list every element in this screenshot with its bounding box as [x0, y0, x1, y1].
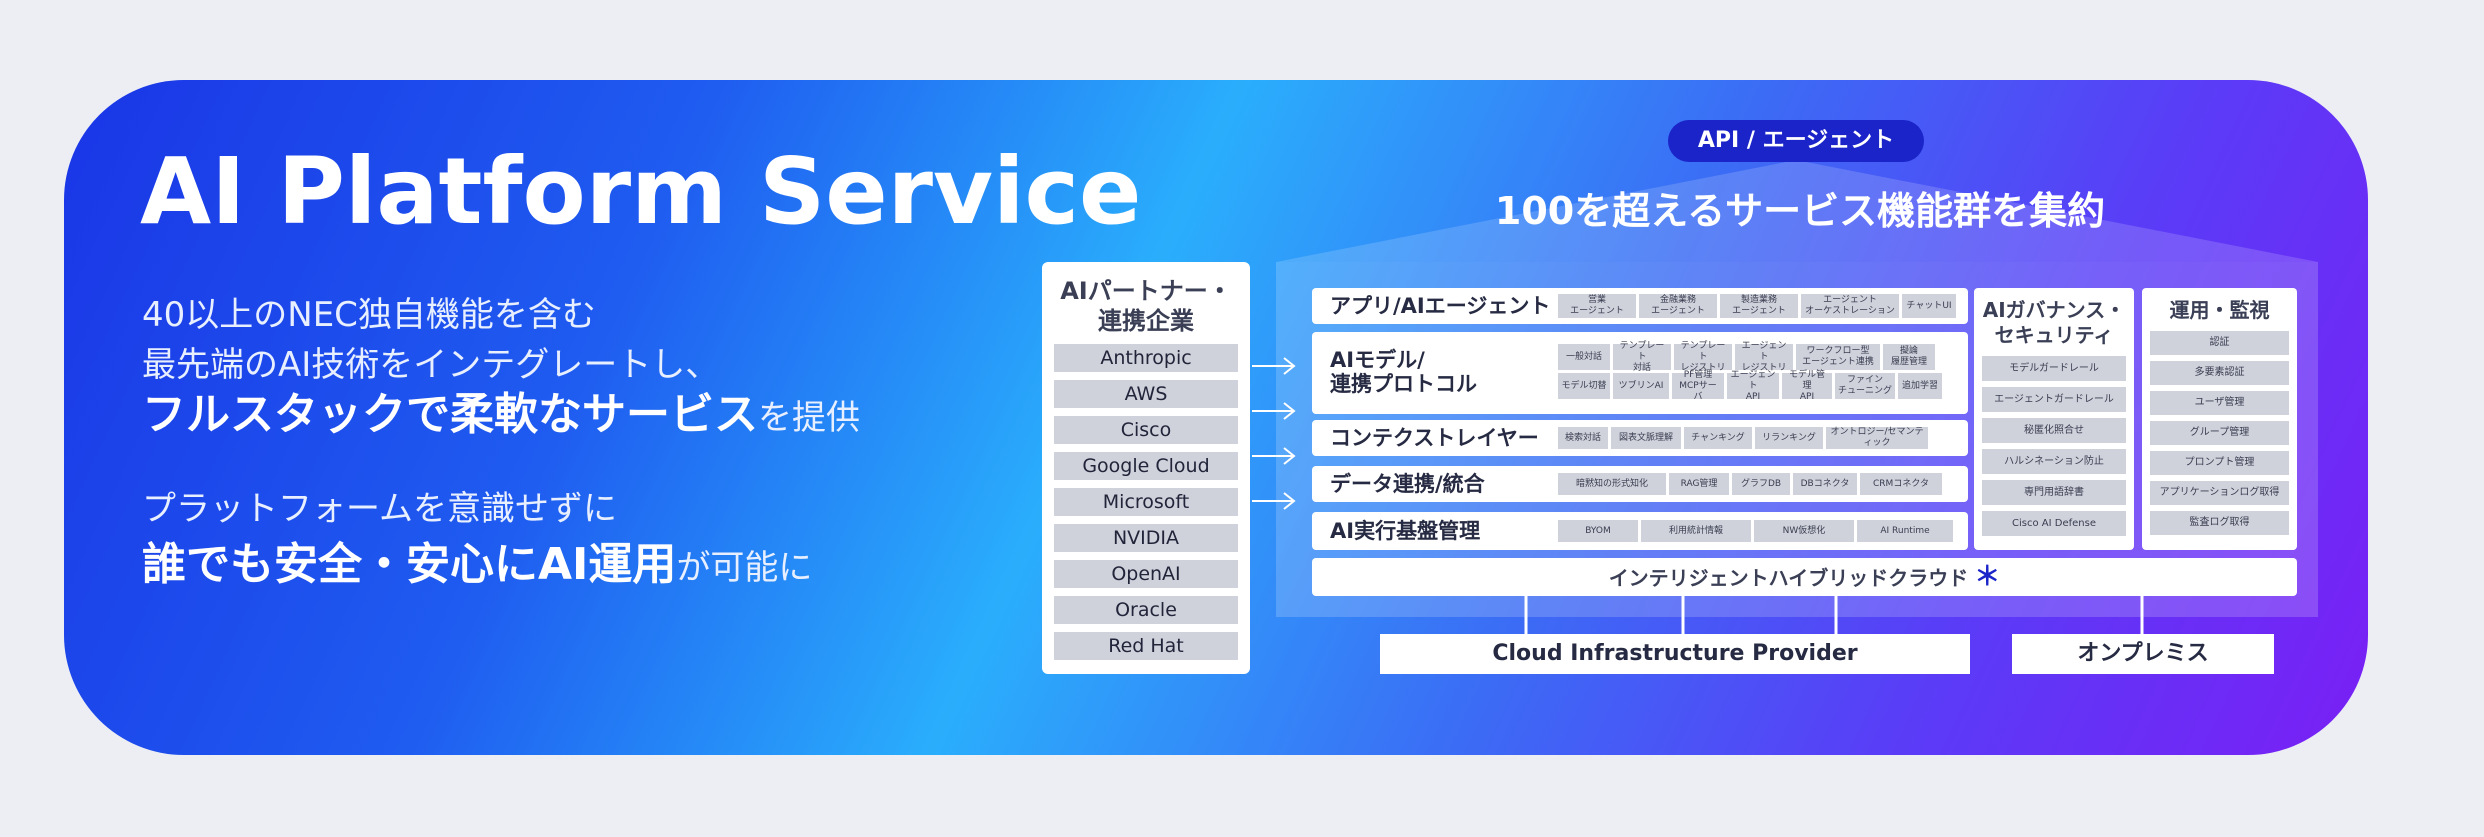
- operations-item: ユーザ管理: [2150, 391, 2289, 415]
- governance-panel: AIガバナンス・ セキュリティ モデルガードレール エージェントガードレール 秘匿化照…: [1974, 288, 2134, 550]
- layer-chips: BYOM 利用統計情報 NW仮想化 AI Runtime: [1558, 520, 1962, 542]
- onpremise-box: オンプレミス: [2012, 634, 2274, 674]
- operations-item: 監査ログ取得: [2150, 511, 2289, 535]
- feature-chip: チャットUI: [1902, 294, 1956, 318]
- operations-item: アプリケーションログ取得: [2150, 481, 2289, 505]
- partner-item: Red Hat: [1054, 632, 1238, 660]
- api-agent-pill: API / エージェント: [1668, 120, 1924, 162]
- feature-chip: エージェント レジストリ: [1735, 341, 1793, 373]
- feature-chip: ワークフロー型 エージェント連携: [1796, 344, 1880, 370]
- feature-chip: 製造業務 エージェント: [1720, 294, 1798, 318]
- feature-chip: グラフDB: [1732, 473, 1790, 495]
- operations-title: 運用・監視: [2169, 298, 2270, 322]
- layer-chips: 一般対話 テンプレート 対話 テンプレート レジストリ エージェント レジストリ ワーク…: [1558, 341, 1962, 402]
- partner-item: AWS: [1054, 380, 1238, 408]
- slide-canvas: AI Platform Service 40以上のNEC独自機能を含む 最先端の…: [0, 0, 2484, 837]
- layer-label: AI実行基盤管理: [1330, 519, 1481, 543]
- feature-chip: 追加学習: [1898, 373, 1942, 399]
- hybrid-cloud-bar: インテリジェントハイブリッドクラウド＊: [1312, 558, 2297, 596]
- partner-item: NVIDIA: [1054, 524, 1238, 552]
- feature-chip: 擬論 履歴管理: [1883, 344, 1935, 370]
- feature-chip: CRMコネクタ: [1860, 473, 1942, 495]
- feature-chip: 検索対話: [1558, 427, 1608, 449]
- feature-chip: BYOM: [1558, 520, 1638, 542]
- layer-row: AIモデル/連携プロトコル 一般対話 テンプレート 対話 テンプレート レジストリ エー…: [1312, 332, 1968, 414]
- feature-chip: NW仮想化: [1754, 520, 1854, 542]
- feature-chip: モデル切替: [1558, 373, 1610, 399]
- feature-chip: テンプレート 対話: [1613, 341, 1671, 373]
- feature-chip: ツブリンAI: [1613, 373, 1669, 399]
- operations-list: 認証多要素認証ユーザ管理グループ管理 プロンプト管理 アプリケーションログ取得 監査ロ…: [2142, 331, 2297, 535]
- feature-chip: AI Runtime: [1857, 520, 1953, 542]
- partner-item: Cisco: [1054, 416, 1238, 444]
- feature-chip: モデル管理 API: [1782, 370, 1832, 402]
- feature-chip: テンプレート レジストリ: [1674, 341, 1732, 373]
- operations-item: プロンプト管理: [2150, 451, 2289, 475]
- feature-chip: リランキング: [1755, 427, 1823, 449]
- partners-title: AIパートナー・ 連携企業: [1060, 277, 1232, 335]
- governance-title: AIガバナンス・ セキュリティ: [1982, 298, 2126, 347]
- feature-chip: 暗黙知の形式知化: [1558, 473, 1666, 495]
- partner-item: Anthropic: [1054, 344, 1238, 372]
- layer-row: AI実行基盤管理 BYOM 利用統計情報 NW仮想化 AI Runtime: [1312, 512, 1968, 550]
- governance-item: 秘匿化照合せ: [1982, 418, 2126, 443]
- partners-panel: AIパートナー・ 連携企業 Anthropic AWS Cisco Google Clo…: [1042, 262, 1250, 674]
- feature-chip: エージェント オーケストレーション: [1801, 294, 1899, 318]
- governance-item: ハルシネーション防止: [1982, 449, 2126, 474]
- asterisk-icon: ＊: [1974, 562, 2001, 592]
- layer-label: AIモデル/連携プロトコル: [1330, 348, 1477, 396]
- partner-item: Oracle: [1054, 596, 1238, 624]
- feature-chip: チャンキング: [1684, 427, 1752, 449]
- feature-chip: 図表文脈理解: [1611, 427, 1681, 449]
- partner-item: OpenAI: [1054, 560, 1238, 588]
- governance-list: モデルガードレール エージェントガードレール 秘匿化照合せ ハルシネーション防止 専門用…: [1974, 356, 2134, 536]
- partner-item: Google Cloud: [1054, 452, 1238, 480]
- layer-row: コンテクストレイヤー 検索対話 図表文脈理解 チャンキング リランキング オントロジー/セ…: [1312, 420, 1968, 456]
- operations-item: 認証: [2150, 331, 2289, 355]
- governance-item: エージェントガードレール: [1982, 387, 2126, 412]
- layer-chips: 暗黙知の形式知化 RAG管理 グラフDB DBコネクタ CRMコネクタ: [1558, 473, 1962, 495]
- operations-item: グループ管理: [2150, 421, 2289, 445]
- partner-list: Anthropic AWS Cisco Google Cloud Microsoft NV…: [1042, 344, 1250, 660]
- governance-item: 専門用語辞書: [1982, 480, 2126, 505]
- layer-row: データ連携/統合 暗黙知の形式知化 RAG管理 グラフDB DBコネクタ CRMコネクタ: [1312, 466, 1968, 502]
- cloud-provider-box: Cloud Infrastructure Provider: [1380, 634, 1970, 674]
- governance-item: Cisco AI Defense: [1982, 511, 2126, 536]
- feature-chip: オントロジー/セマンティック: [1826, 427, 1928, 449]
- feature-chip: ファイン チューニング: [1835, 373, 1895, 399]
- partner-item: Microsoft: [1054, 488, 1238, 516]
- feature-chip: 利用統計情報: [1641, 520, 1751, 542]
- feature-chip: 一般対話: [1558, 344, 1610, 370]
- feature-chip: DBコネクタ: [1793, 473, 1857, 495]
- feature-chip: 営業 エージェント: [1558, 294, 1636, 318]
- feature-chip: エージェント API: [1727, 370, 1779, 402]
- layer-label: データ連携/統合: [1330, 472, 1485, 496]
- operations-panel: 運用・監視 認証多要素認証ユーザ管理グループ管理 プロンプト管理 アプリケーションロ…: [2142, 288, 2297, 550]
- layer-chips: 営業 エージェント 金融業務 エージェント 製造業務 エージェント エージェント オー…: [1558, 294, 1962, 318]
- layer-row: アプリ/AIエージェント 営業 エージェント 金融業務 エージェント 製造業務 エージ…: [1312, 288, 1968, 324]
- governance-item: モデルガードレール: [1982, 356, 2126, 381]
- hybrid-cloud-label: インテリジェントハイブリッドクラウド: [1608, 566, 1969, 590]
- feature-chip: PF管理 MCPサーバ: [1672, 370, 1724, 402]
- layer-label: コンテクストレイヤー: [1330, 426, 1539, 450]
- services-title: 100を超えるサービス機能群を集約: [1494, 189, 2106, 233]
- operations-item: 多要素認証: [2150, 361, 2289, 385]
- feature-chip: 金融業務 エージェント: [1639, 294, 1717, 318]
- feature-chip: RAG管理: [1669, 473, 1729, 495]
- layer-chips: 検索対話 図表文脈理解 チャンキング リランキング オントロジー/セマンティック: [1558, 427, 1962, 449]
- layer-label: アプリ/AIエージェント: [1330, 294, 1551, 318]
